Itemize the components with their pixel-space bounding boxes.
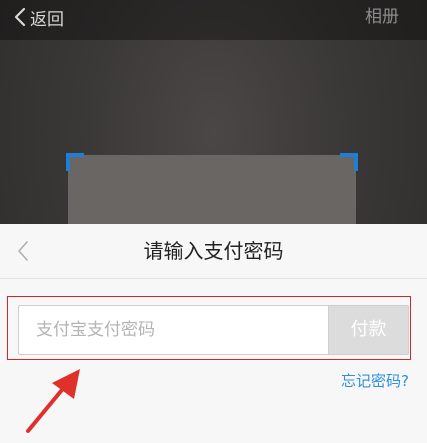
scan-corner-top-left <box>66 153 84 171</box>
album-button[interactable]: 相册 <box>365 4 399 30</box>
arrow-icon <box>26 369 80 433</box>
payment-password-input[interactable] <box>19 306 329 354</box>
top-bar: 返回 相册 <box>0 0 427 40</box>
sheet-back-button[interactable] <box>16 239 36 263</box>
back-label: 返回 <box>30 9 64 30</box>
chevron-left-icon <box>14 7 26 27</box>
scan-corner-top-right <box>340 153 358 171</box>
sheet-title: 请输入支付密码 <box>143 239 284 263</box>
sheet-header: 请输入支付密码 <box>0 224 427 279</box>
password-field: 付款 <box>18 305 409 355</box>
back-button[interactable]: 返回 <box>14 4 64 30</box>
forgot-password-link[interactable]: 忘记密码? <box>341 370 409 391</box>
chevron-left-icon <box>18 241 28 261</box>
pay-button[interactable]: 付款 <box>328 306 408 354</box>
